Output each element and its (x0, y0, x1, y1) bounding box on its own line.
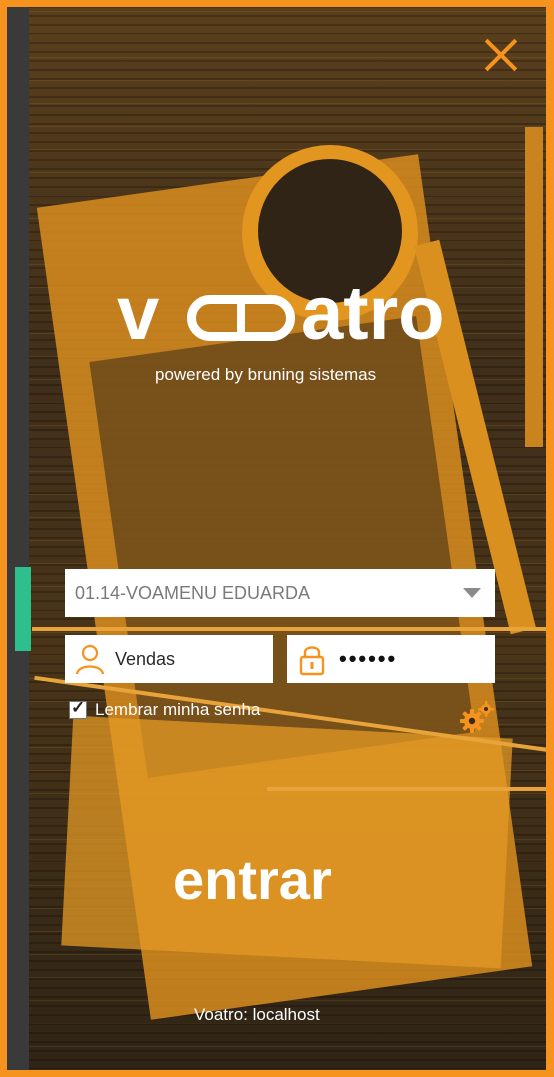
company-select[interactable]: 01.14-VOAMENU EDUARDA (65, 569, 495, 617)
logo-double-o (187, 295, 295, 341)
password-value: •••••• (339, 646, 398, 671)
remember-label: Lembrar minha senha (95, 700, 261, 719)
left-strip (7, 7, 29, 1070)
server-info: Voatro: localhost (194, 1005, 320, 1024)
background-cloth (61, 715, 513, 969)
password-field[interactable]: •••••• (287, 635, 495, 683)
logo-letter-v: v (117, 271, 160, 356)
user-icon (73, 642, 107, 676)
side-tab[interactable] (15, 567, 31, 651)
company-select-value: 01.14-VOAMENU EDUARDA (75, 583, 311, 603)
background-skewer (267, 787, 546, 791)
remember-checkbox[interactable] (69, 698, 87, 719)
gear-icon[interactable] (459, 699, 495, 735)
username-value: Vendas (115, 649, 176, 669)
remember-password[interactable]: Lembrar minha senha (69, 698, 261, 720)
chevron-down-icon[interactable] (463, 588, 481, 598)
enter-button[interactable]: entrar (173, 847, 332, 912)
lock-icon (299, 646, 325, 676)
close-icon[interactable] (483, 37, 519, 73)
background-skewer (32, 627, 546, 631)
tagline: powered by bruning sistemas (155, 365, 377, 384)
login-window: v atro powered by bruning sistemas 01.14… (0, 0, 554, 1077)
logo-wordmark: atro (301, 271, 445, 356)
username-field[interactable]: Vendas (65, 635, 273, 683)
logo: v atro (117, 275, 487, 359)
background-fork (525, 127, 543, 447)
